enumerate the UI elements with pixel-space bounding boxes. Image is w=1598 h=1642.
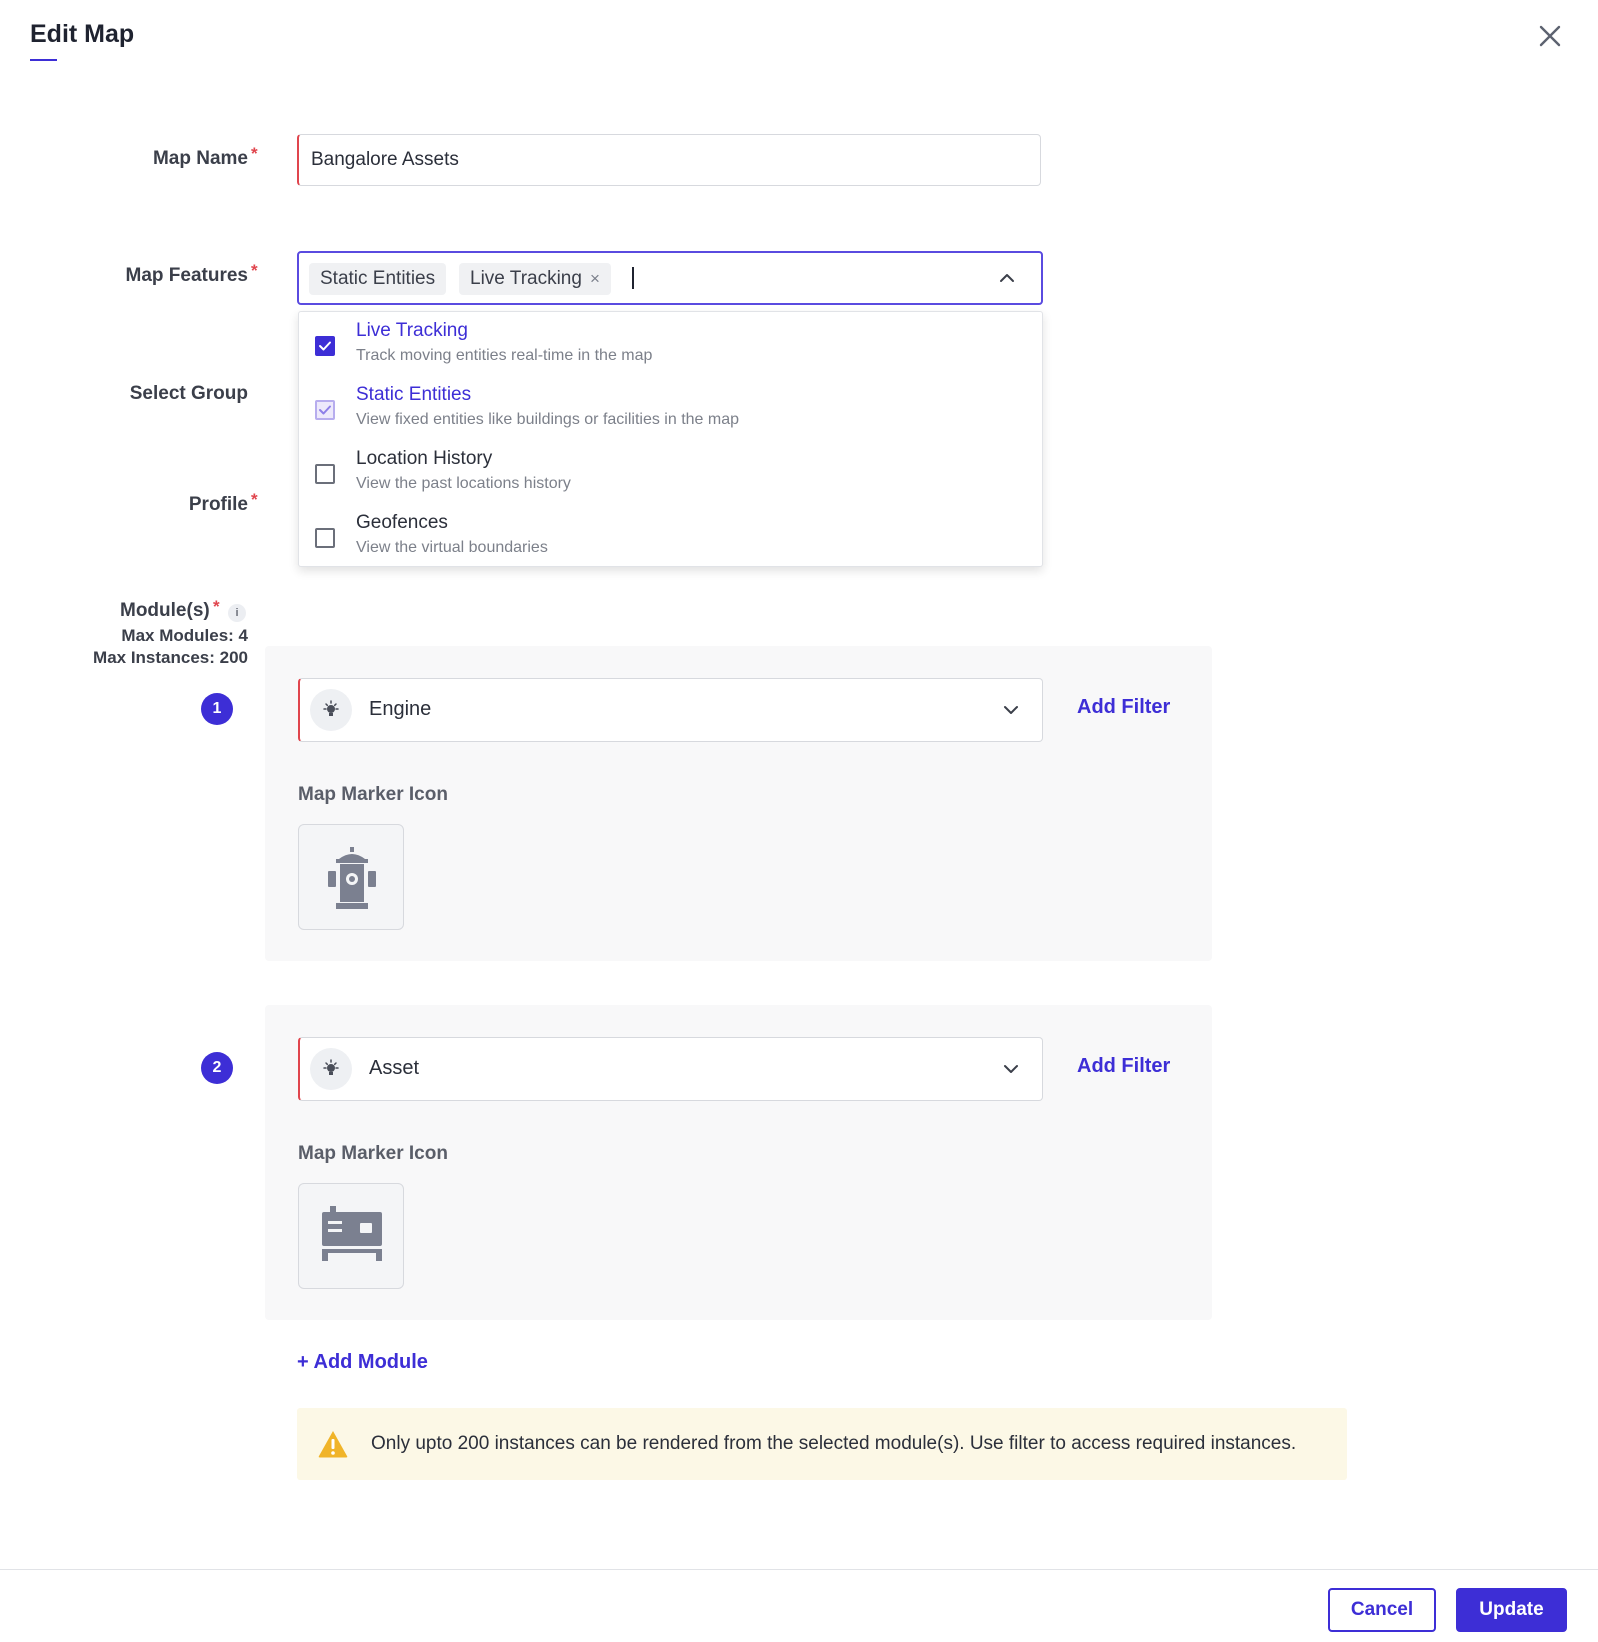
required-mark: * — [251, 490, 258, 509]
generator-icon — [322, 1206, 382, 1261]
map-marker-icon-picker[interactable] — [298, 1183, 404, 1289]
chip-label: Static Entities — [320, 268, 436, 289]
warning-text: Only upto 200 instances can be rendered … — [371, 1433, 1297, 1454]
map-features-select[interactable]: Static Entities Live Tracking × — [297, 251, 1043, 305]
warning-icon — [318, 1431, 348, 1458]
checkbox-unchecked[interactable] — [315, 528, 335, 548]
modules-label: Module(s) — [120, 600, 210, 621]
update-button[interactable]: Update — [1456, 1588, 1567, 1632]
map-marker-label: Map Marker Icon — [298, 784, 448, 805]
chip-static-entities: Static Entities — [309, 263, 447, 295]
module-card: Engine Add Filter Map Marker Icon — [265, 646, 1212, 961]
option-title: Live Tracking — [356, 320, 468, 341]
chip-live-tracking: Live Tracking × — [459, 263, 611, 295]
chip-remove-icon[interactable]: × — [590, 269, 600, 288]
features-dropdown: Live Tracking Track moving entities real… — [298, 311, 1043, 567]
chevron-down-icon[interactable] — [1003, 1061, 1019, 1077]
checkbox-checked[interactable] — [315, 336, 335, 356]
map-name-input[interactable]: Bangalore Assets — [297, 134, 1041, 186]
select-group-label: Select Group — [129, 383, 248, 404]
chip-label: Live Tracking — [470, 268, 582, 289]
option-description: View fixed entities like buildings or fa… — [356, 411, 740, 428]
fire-hydrant-icon — [328, 847, 376, 909]
info-icon[interactable]: i — [228, 604, 246, 622]
close-icon[interactable] — [1534, 20, 1566, 52]
add-filter-button[interactable]: Add Filter — [1077, 1055, 1170, 1078]
option-live-tracking[interactable]: Live Tracking Track moving entities real… — [299, 312, 1042, 376]
profile-label: Profile — [188, 494, 248, 515]
cancel-button[interactable]: Cancel — [1328, 1588, 1436, 1632]
option-description: View the virtual boundaries — [356, 539, 548, 556]
required-mark: * — [251, 144, 258, 163]
max-instances-text: Max Instances: 200 — [93, 648, 248, 667]
option-geofences[interactable]: Geofences View the virtual boundaries — [299, 504, 1042, 568]
checkbox-unchecked[interactable] — [315, 464, 335, 484]
map-features-label: Map Features — [125, 265, 248, 286]
option-title: Location History — [356, 448, 493, 469]
module-number-badge: 1 — [201, 693, 233, 725]
add-filter-button[interactable]: Add Filter — [1077, 696, 1170, 719]
module-select[interactable]: Engine — [298, 678, 1043, 742]
chevron-up-icon[interactable] — [999, 270, 1015, 286]
option-location-history[interactable]: Location History View the past locations… — [299, 440, 1042, 504]
module-name: Engine — [369, 698, 432, 720]
module-number-badge: 2 — [201, 1052, 233, 1084]
map-marker-label: Map Marker Icon — [298, 1143, 448, 1164]
chevron-down-icon[interactable] — [1003, 702, 1019, 718]
option-title: Static Entities — [356, 384, 472, 405]
map-name-label: Map Name — [152, 148, 248, 169]
dialog-title: Edit Map — [30, 20, 135, 48]
title-underline — [30, 59, 57, 61]
option-title: Geofences — [356, 512, 448, 533]
required-mark: * — [251, 261, 258, 280]
text-cursor — [632, 267, 634, 289]
module-name: Asset — [369, 1057, 420, 1079]
required-mark: * — [213, 597, 220, 616]
add-module-button[interactable]: + Add Module — [297, 1351, 428, 1374]
option-description: View the past locations history — [356, 475, 571, 492]
option-static-entities[interactable]: Static Entities View fixed entities like… — [299, 376, 1042, 440]
checkbox-checked-disabled[interactable] — [315, 400, 335, 420]
map-marker-icon-picker[interactable] — [298, 824, 404, 930]
max-modules-text: Max Modules: 4 — [121, 626, 248, 645]
bulb-icon — [310, 689, 352, 731]
warning-banner: Only upto 200 instances can be rendered … — [297, 1408, 1347, 1480]
module-select[interactable]: Asset — [298, 1037, 1043, 1101]
footer-divider — [0, 1569, 1598, 1570]
bulb-icon — [310, 1048, 352, 1090]
option-description: Track moving entities real-time in the m… — [356, 347, 653, 364]
module-card: Asset Add Filter Map Marker Icon — [265, 1005, 1212, 1320]
